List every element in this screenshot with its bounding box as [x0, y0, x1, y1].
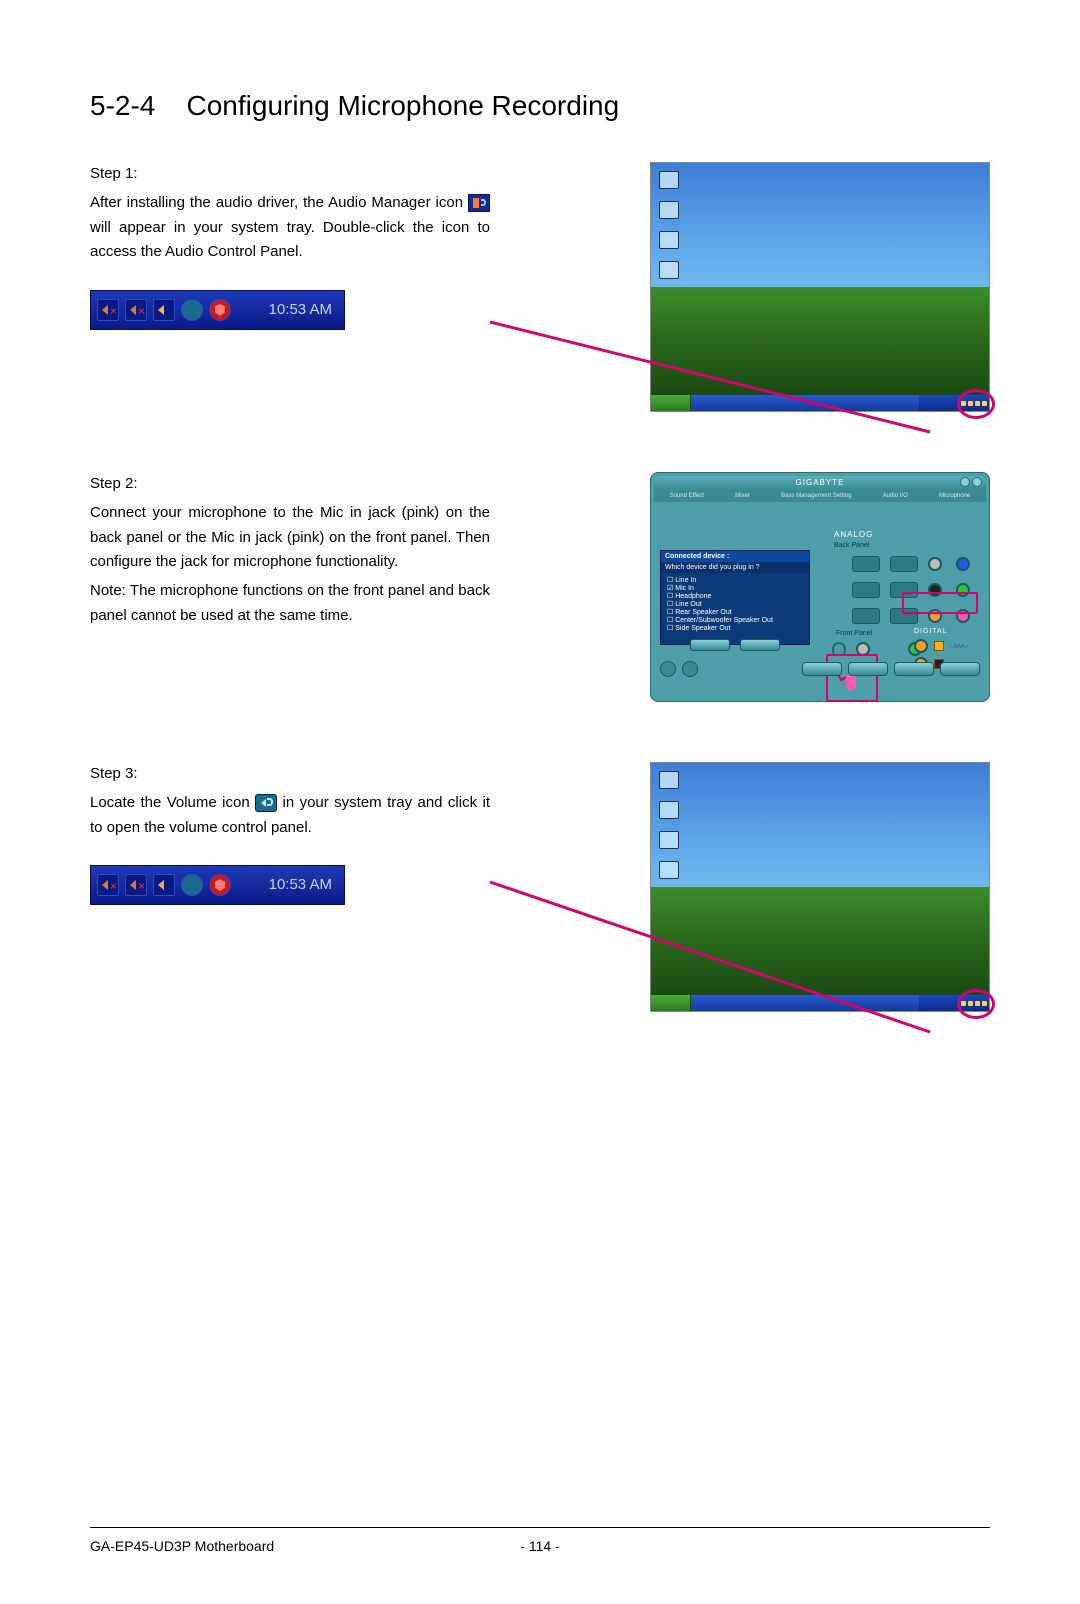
panel-button[interactable]	[848, 662, 888, 676]
analog-area: ANALOG Back Panel	[654, 502, 986, 682]
page-root: 5-2-4 Configuring Microphone Recording S…	[0, 0, 1080, 1604]
dialog-title: Connected device :	[661, 551, 809, 562]
footer-page-number: - 114 -	[520, 1538, 559, 1554]
step-2-label: Step 2:	[90, 472, 490, 497]
jack-slot	[852, 582, 880, 598]
callout-arrow-1	[240, 312, 960, 452]
tray-mute2-icon	[125, 299, 147, 321]
opt-rear-out[interactable]: Rear Speaker Out	[667, 608, 803, 616]
desktop-icon	[659, 831, 679, 849]
tray-volume-icon	[181, 874, 203, 896]
jack-cs-out[interactable]	[928, 557, 942, 571]
step-2-p2: Note: The microphone functions on the fr…	[90, 579, 490, 629]
volume-icon	[255, 794, 277, 812]
opt-side-out[interactable]: Side Speaker Out	[667, 624, 803, 632]
section-number: 5-2-4	[90, 90, 155, 121]
panel-brand: GIGABYTE	[796, 478, 845, 487]
back-panel-jacks	[852, 554, 974, 626]
opt-mic-in[interactable]: Mic In	[667, 584, 803, 592]
help-icon[interactable]	[682, 661, 698, 677]
tray-shield-icon	[209, 874, 231, 896]
tray-speaker-icon	[153, 299, 175, 321]
callout-circle-2	[957, 989, 995, 1019]
back-panel-label: Back Panel	[834, 542, 869, 549]
info-icon[interactable]	[660, 661, 676, 677]
dialog-cancel-button[interactable]	[740, 639, 780, 651]
front-panel-label: Front Panel	[836, 630, 872, 637]
step-3-label: Step 3:	[90, 762, 490, 787]
jack-line-in[interactable]	[956, 557, 970, 571]
desktop-icon	[659, 261, 679, 279]
spdif-optical-icon[interactable]	[934, 641, 944, 651]
tab-microphone[interactable]: Microphone	[939, 493, 970, 499]
page-footer: GA-EP45-UD3P Motherboard - 114 -	[90, 1527, 990, 1554]
tray-mute-icon	[97, 299, 119, 321]
opt-headphone[interactable]: Headphone	[667, 592, 803, 600]
tray-mute2-icon	[125, 874, 147, 896]
dialog-ok-button[interactable]	[690, 639, 730, 651]
desktop-icon	[659, 801, 679, 819]
spdif-coax-icon[interactable]	[914, 639, 928, 653]
panel-ok-button[interactable]	[940, 662, 980, 676]
desktop-icon	[659, 231, 679, 249]
step-1-body-pre: After installing the audio driver, the A…	[90, 194, 468, 211]
digital-sublabel: ‒ʌᴧᴧ‒	[950, 643, 968, 650]
step-2-block: Step 2: Connect your microphone to the M…	[90, 472, 990, 702]
jack-slot	[852, 608, 880, 624]
panel-bottom-bar	[660, 660, 980, 678]
desktop-icons	[659, 771, 679, 879]
jack-slot	[890, 556, 918, 572]
dialog-buttons	[661, 635, 809, 655]
window-controls[interactable]	[960, 477, 982, 487]
step-2-figure: GIGABYTE Sound Effect Mixer Bass Managem…	[650, 472, 990, 702]
step-1-text: Step 1: After installing the audio drive…	[90, 162, 490, 330]
audio-panel-titlebar: GIGABYTE	[654, 476, 986, 490]
digital-label: DIGITAL	[914, 628, 976, 635]
callout-circle-1	[957, 389, 995, 419]
opt-line-out[interactable]: Line Out	[667, 600, 803, 608]
desktop-icon	[659, 201, 679, 219]
tab-sound-effect[interactable]: Sound Effect	[670, 493, 704, 499]
section-title-text: Configuring Microphone Recording	[187, 90, 620, 121]
step-1-block: Step 1: After installing the audio drive…	[90, 162, 990, 412]
tray-speaker-icon	[153, 874, 175, 896]
desktop-icon	[659, 771, 679, 789]
step-3-body: Locate the Volume icon in your system tr…	[90, 791, 490, 841]
step-2-p1: Connect your microphone to the Mic in ja…	[90, 501, 490, 575]
step-3-block: Step 3: Locate the Volume icon in your s…	[90, 762, 990, 1012]
dialog-options: Line In Mic In Headphone Line Out Rear S…	[661, 573, 809, 635]
desktop-icons	[659, 171, 679, 279]
tab-bass[interactable]: Bass Management Setting	[781, 493, 851, 499]
audio-manager-icon	[468, 194, 490, 212]
footer-model: GA-EP45-UD3P Motherboard	[90, 1538, 274, 1554]
highlight-mic-back	[902, 592, 978, 614]
step-3-body-pre: Locate the Volume icon	[90, 794, 255, 811]
device-plug-dialog: Connected device : Which device did you …	[660, 550, 810, 645]
tray-mute-icon	[97, 874, 119, 896]
tray-shield-icon	[209, 299, 231, 321]
audio-control-panel: GIGABYTE Sound Effect Mixer Bass Managem…	[650, 472, 990, 702]
audio-body: ANALOG Back Panel	[654, 502, 986, 682]
step-1-label: Step 1:	[90, 162, 490, 187]
callout-arrow-2	[240, 872, 960, 1052]
step-2-text: Step 2: Connect your microphone to the M…	[90, 472, 490, 633]
jack-slot	[852, 556, 880, 572]
analog-label: ANALOG	[834, 530, 873, 539]
panel-button[interactable]	[894, 662, 934, 676]
digital-row: ‒ʌᴧᴧ‒	[914, 639, 976, 653]
tray-volume-icon	[181, 299, 203, 321]
tab-audio-io[interactable]: Audio I/O	[883, 493, 908, 499]
step-1-body-post: will appear in your system tray. Double-…	[90, 219, 490, 261]
desktop-icon	[659, 171, 679, 189]
dialog-question: Which device did you plug in ?	[661, 562, 809, 573]
audio-tabs: Sound Effect Mixer Bass Management Setti…	[654, 490, 986, 502]
panel-button[interactable]	[802, 662, 842, 676]
section-heading: 5-2-4 Configuring Microphone Recording	[90, 90, 990, 122]
opt-line-in[interactable]: Line In	[667, 576, 803, 584]
opt-center-sub[interactable]: Center/Subwoofer Speaker Out	[667, 616, 803, 624]
tab-mixer[interactable]: Mixer	[735, 493, 750, 499]
step-1-body: After installing the audio driver, the A…	[90, 191, 490, 265]
